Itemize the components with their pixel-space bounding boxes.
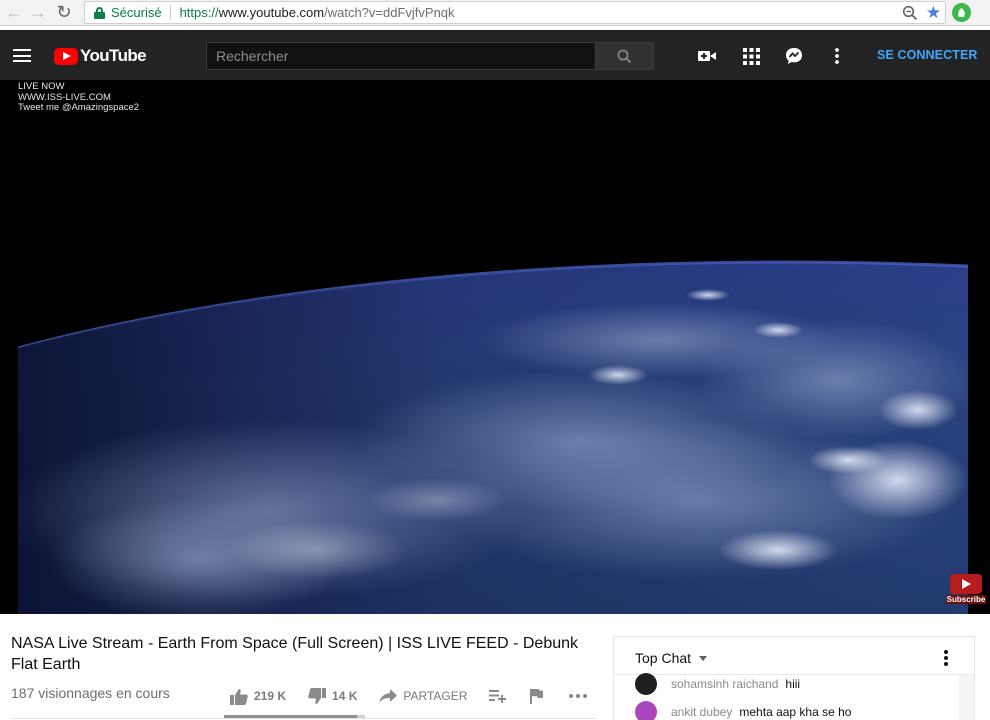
view-count: 187 visionnages en cours [11,685,170,701]
overlay-line: Tweet me @Amazingspace2 [18,102,140,113]
share-icon [379,689,398,703]
apps-grid-icon[interactable] [740,45,762,67]
search-button[interactable] [595,42,654,70]
more-actions-button[interactable] [569,694,593,698]
address-bar[interactable]: Sécurisé https:// www.youtube.com /watch… [84,1,946,24]
chat-text: hiii [785,677,801,691]
chat-message: sohamsinh raichand hiii [635,673,800,695]
create-video-icon[interactable] [696,45,718,67]
share-label: PARTAGER [403,689,468,703]
logo-text: YouTube [80,46,147,65]
chat-mode-dropdown[interactable]: Top Chat [635,650,691,666]
video-frame [18,80,968,614]
secure-label: Sécurisé [111,5,162,20]
star-icon[interactable]: ★ [926,4,941,21]
overlay-line: LIVE NOW [18,81,65,92]
stream-overlay-text: LIVE NOW WWW.ISS-LIVE.COM Tweet me @Amaz… [18,81,140,114]
like-count: 219 K [254,689,287,703]
chat-scrollbar[interactable] [959,675,974,720]
chat-text: mehta aap kha se ho [739,705,852,719]
thumb-up-icon [230,688,248,705]
extension-icon[interactable] [952,3,971,22]
subscribe-play-icon [950,574,982,594]
url-path: /watch?v=ddFvjfvPnqk [324,5,455,20]
like-button[interactable]: 219 K [230,688,286,705]
video-actions: 219 K 14 K PARTAGER [230,684,593,708]
share-button[interactable]: PARTAGER [379,689,467,703]
forward-arrow-icon[interactable]: → [28,3,48,23]
subscribe-watermark[interactable]: Subscribe [946,574,986,606]
thumb-down-icon [308,687,327,704]
more-vert-icon[interactable] [944,650,948,666]
chat-author[interactable]: ankit dubey [671,705,732,719]
avatar[interactable] [635,701,657,720]
chat-message: ankit dubey mehta aap kha se ho [635,701,851,720]
live-chat: Top Chat sohamsinh raichand hiii ankit d… [613,636,975,720]
browser-toolbar: ← → ↻ Sécurisé https:// www.youtube.com … [0,0,990,26]
youtube-header: YouTube Rechercher SE CONNECTER [0,30,990,80]
url-scheme: https:// [179,5,219,20]
lock-icon [94,6,105,19]
avatar[interactable] [635,673,657,695]
search-icon [617,49,632,63]
dislike-button[interactable]: 14 K [308,687,358,705]
youtube-logo[interactable]: YouTube [54,46,147,66]
subscribe-label: Subscribe [946,595,986,604]
video-title: NASA Live Stream - Earth From Space (Ful… [11,635,579,673]
dislike-count: 14 K [332,689,358,703]
omnibox-divider [169,5,171,20]
menu-icon[interactable] [13,49,31,62]
zoom-icon[interactable] [902,5,918,21]
report-button[interactable] [530,688,549,704]
back-arrow-icon[interactable]: ← [4,3,24,23]
search-input[interactable]: Rechercher [206,42,596,70]
messages-icon[interactable] [783,45,805,67]
chevron-down-icon[interactable] [699,656,707,661]
youtube-logo-icon [54,47,78,65]
sign-in-button[interactable]: SE CONNECTER [877,48,978,62]
chat-header: Top Chat [614,637,974,675]
flag-icon [530,688,544,704]
add-to-playlist-button[interactable] [489,689,512,703]
add-to-playlist-icon [489,690,507,703]
chat-author[interactable]: sohamsinh raichand [671,677,778,691]
reload-icon[interactable]: ↻ [54,2,74,23]
url-host: www.youtube.com [218,5,325,20]
info-divider [11,718,596,719]
video-player[interactable]: LIVE NOW WWW.ISS-LIVE.COM Tweet me @Amaz… [0,80,990,614]
more-vert-icon[interactable] [826,45,848,67]
more-horiz-icon [569,694,588,698]
